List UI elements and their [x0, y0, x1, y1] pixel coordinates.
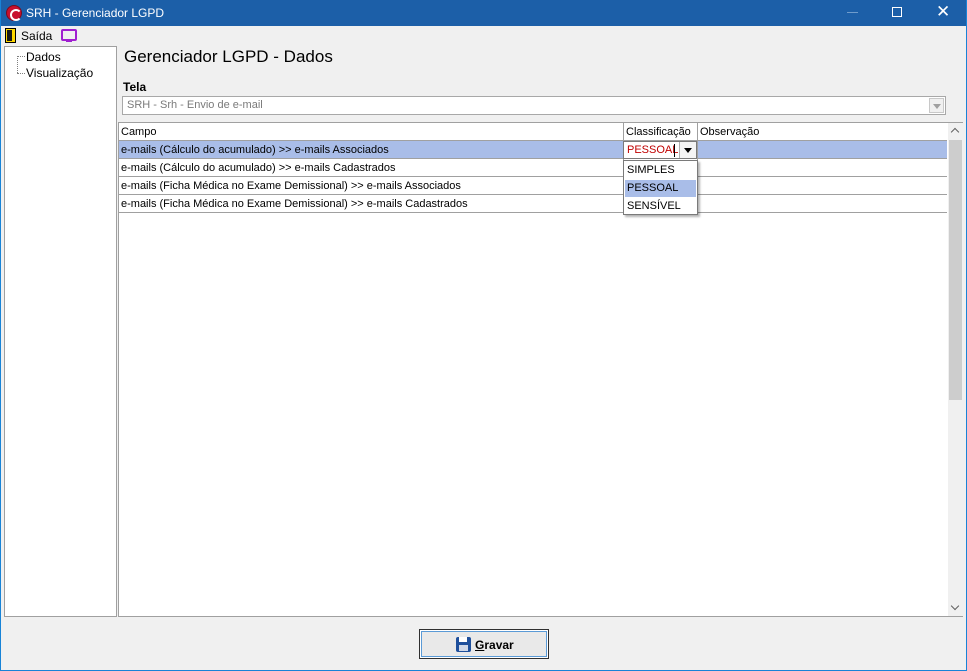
- classificacao-dropdown: SIMPLES PESSOAL SENSÍVEL: [623, 160, 698, 215]
- cell-observacao[interactable]: [698, 141, 947, 158]
- cell-observacao[interactable]: [698, 159, 947, 176]
- scroll-down-icon[interactable]: [948, 599, 963, 616]
- tela-label: Tela: [123, 80, 147, 94]
- close-icon: ✕: [936, 2, 951, 21]
- tree-item-visualizacao[interactable]: Visualização: [26, 66, 93, 80]
- cell-campo[interactable]: e-mails (Cálculo do acumulado) >> e-mail…: [119, 159, 624, 176]
- exit-door-icon[interactable]: [5, 28, 16, 43]
- classificacao-combo[interactable]: PESSOAL: [623, 141, 697, 159]
- combo-value: PESSOAL: [627, 144, 679, 156]
- tree-connector: [17, 73, 25, 74]
- cell-campo[interactable]: e-mails (Ficha Médica no Exame Demission…: [119, 177, 624, 194]
- page-title: Gerenciador LGPD - Dados: [124, 47, 333, 66]
- table-row[interactable]: e-mails (Ficha Médica no Exame Demission…: [119, 177, 947, 195]
- chevron-down-icon[interactable]: [929, 98, 944, 113]
- tree-item-dados[interactable]: Dados: [26, 50, 61, 64]
- save-button[interactable]: Gravar: [419, 629, 549, 659]
- table-row[interactable]: e-mails (Cálculo do acumulado) >> e-mail…: [119, 141, 947, 159]
- column-header-observacao[interactable]: Observação: [698, 123, 947, 141]
- tela-select-value: SRH - Srh - Envio de e-mail: [127, 99, 263, 111]
- scroll-thumb[interactable]: [949, 140, 962, 400]
- dropdown-option-simples[interactable]: SIMPLES: [625, 162, 696, 179]
- monitor-icon[interactable]: [61, 29, 77, 42]
- grid-header: Campo Classificação Observação: [119, 123, 947, 141]
- table-row[interactable]: e-mails (Ficha Médica no Exame Demission…: [119, 195, 947, 213]
- window-title: SRH - Gerenciador LGPD: [26, 6, 165, 20]
- cell-observacao[interactable]: [698, 177, 947, 194]
- vertical-scrollbar[interactable]: [948, 123, 963, 616]
- title-bar[interactable]: SRH - Gerenciador LGPD ✕: [1, 0, 966, 26]
- scroll-up-icon[interactable]: [948, 123, 963, 140]
- data-grid: Campo Classificação Observação e-mails (…: [118, 122, 963, 617]
- cell-campo[interactable]: e-mails (Ficha Médica no Exame Demission…: [119, 195, 624, 212]
- tela-select[interactable]: SRH - Srh - Envio de e-mail: [122, 96, 946, 115]
- chevron-down-icon[interactable]: [679, 142, 696, 158]
- dropdown-option-sensivel[interactable]: SENSÍVEL: [625, 198, 696, 215]
- save-button-label: Gravar: [475, 638, 514, 652]
- minimize-icon: [847, 12, 858, 13]
- dropdown-option-pessoal[interactable]: PESSOAL: [625, 180, 696, 197]
- menu-bar: Saída: [1, 26, 966, 45]
- tree-connector: [17, 56, 18, 73]
- cell-campo[interactable]: e-mails (Cálculo do acumulado) >> e-mail…: [119, 141, 624, 158]
- cell-observacao[interactable]: [698, 195, 947, 212]
- column-header-classificacao[interactable]: Classificação: [624, 123, 698, 141]
- close-button[interactable]: ✕: [920, 0, 966, 26]
- tree-connector: [17, 56, 25, 57]
- maximize-button[interactable]: [875, 0, 921, 26]
- app-logo-icon: [6, 5, 22, 21]
- column-header-campo[interactable]: Campo: [119, 123, 624, 141]
- app-window: SRH - Gerenciador LGPD ✕ Saída Dados Vis…: [0, 0, 967, 671]
- minimize-button[interactable]: [830, 0, 876, 26]
- floppy-disk-icon: [456, 637, 471, 652]
- maximize-icon: [892, 7, 902, 17]
- text-caret: [674, 144, 675, 157]
- table-row[interactable]: e-mails (Cálculo do acumulado) >> e-mail…: [119, 159, 947, 177]
- menu-exit[interactable]: Saída: [21, 29, 52, 43]
- navigation-tree: Dados Visualização: [4, 46, 117, 617]
